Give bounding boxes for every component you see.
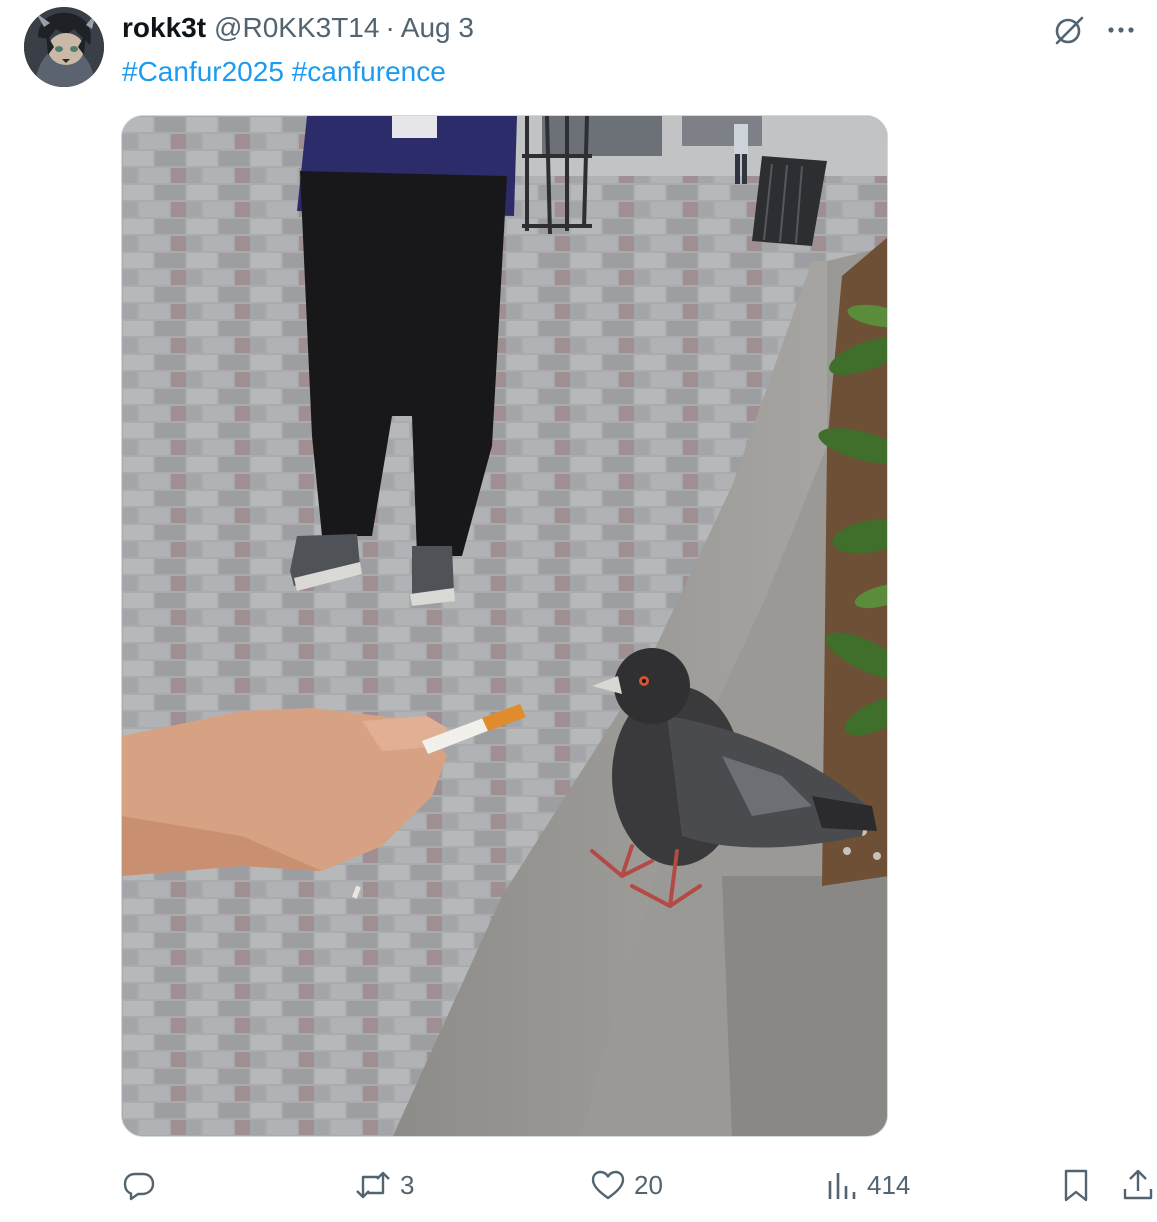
- photo-pigeon-cigarette: [122, 116, 887, 1136]
- repost-count: 3: [400, 1169, 415, 1200]
- view-count: 414: [867, 1169, 911, 1200]
- timestamp[interactable]: Aug 3: [401, 12, 474, 44]
- share-icon: [1123, 1169, 1153, 1200]
- hashtag-link[interactable]: #Canfur2025: [122, 56, 284, 87]
- top-actions: [1047, 8, 1143, 52]
- separator-dot: ·: [385, 12, 395, 43]
- share-button[interactable]: [1120, 1160, 1156, 1210]
- repost-icon: [356, 1171, 390, 1199]
- reply-icon: [123, 1172, 155, 1201]
- like-button[interactable]: 20: [590, 1160, 663, 1210]
- repost-button[interactable]: 3: [354, 1160, 414, 1210]
- reply-button[interactable]: [121, 1160, 165, 1210]
- avatar[interactable]: [24, 7, 104, 87]
- grok-icon[interactable]: [1047, 8, 1091, 52]
- tweet[interactable]: rokk3t @R0KK3T14 · Aug 3 #Canfur2025 #ca…: [0, 0, 1157, 1222]
- hashtag-link[interactable]: #canfurence: [292, 56, 446, 87]
- avatar-image: [24, 7, 104, 87]
- views-button[interactable]: 414: [825, 1160, 910, 1210]
- bookmark-button[interactable]: [1058, 1160, 1094, 1210]
- tweet-photo[interactable]: [121, 115, 888, 1137]
- tweet-text: #Canfur2025 #canfurence: [122, 54, 446, 90]
- tweet-header: rokk3t @R0KK3T14 · Aug 3: [122, 11, 474, 45]
- user-handle[interactable]: @R0KK3T14: [214, 12, 379, 44]
- display-name[interactable]: rokk3t: [122, 12, 206, 44]
- analytics-icon: [828, 1173, 856, 1199]
- more-icon[interactable]: [1099, 8, 1143, 52]
- bookmark-icon: [1064, 1169, 1088, 1202]
- tweet-actions: 3 20 414: [0, 1160, 1157, 1210]
- like-count: 20: [634, 1169, 663, 1200]
- heart-icon: [591, 1170, 625, 1200]
